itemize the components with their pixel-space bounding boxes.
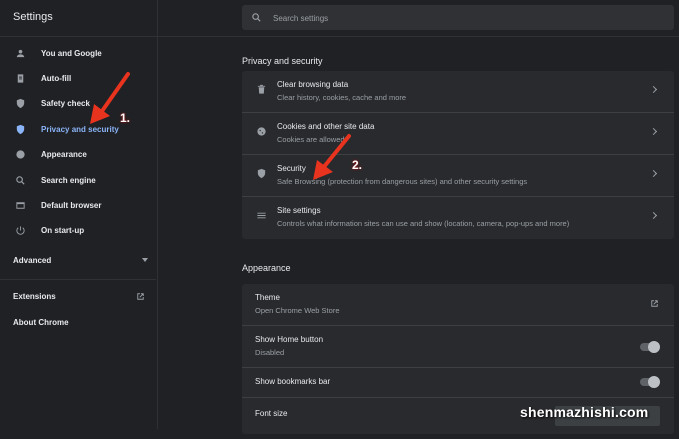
privacy-card: Clear browsing data Clear history, cooki… bbox=[242, 71, 674, 239]
sidebar-item-label: Search engine bbox=[41, 175, 96, 185]
chevron-right-icon bbox=[649, 127, 658, 136]
row-title: Clear browsing data bbox=[277, 80, 349, 89]
row-title: Theme bbox=[255, 293, 280, 302]
palette-icon bbox=[14, 148, 26, 160]
row-security[interactable]: Security Safe Browsing (protection from … bbox=[242, 154, 674, 196]
sidebar-item-label: Safety check bbox=[41, 98, 90, 108]
chevron-down-icon bbox=[142, 258, 148, 262]
row-subtitle: Cookies are allowed bbox=[277, 135, 345, 144]
chevron-right-icon bbox=[649, 85, 658, 94]
extensions-link[interactable]: Extensions bbox=[13, 292, 148, 304]
launch-icon bbox=[135, 291, 146, 304]
cookie-icon bbox=[256, 126, 267, 139]
sidebar: Settings You and Google Auto-fill Safety… bbox=[0, 0, 158, 429]
sidebar-item-appearance[interactable]: Appearance bbox=[0, 144, 156, 164]
shield-check-icon bbox=[14, 97, 26, 109]
sidebar-item-label: Auto-fill bbox=[41, 73, 72, 83]
person-icon bbox=[14, 47, 26, 59]
section-title-appearance: Appearance bbox=[242, 263, 291, 273]
row-title: Font size bbox=[255, 409, 288, 418]
annotation-label-1: 1. bbox=[120, 111, 131, 125]
row-subtitle: Clear history, cookies, cache and more bbox=[277, 93, 407, 102]
row-theme[interactable]: Theme Open Chrome Web Store bbox=[242, 284, 674, 325]
sidebar-item-label: Appearance bbox=[41, 149, 87, 159]
row-title: Show bookmarks bar bbox=[255, 377, 331, 386]
power-icon bbox=[14, 224, 26, 236]
bookmarks-bar-toggle[interactable] bbox=[640, 376, 660, 388]
row-title: Security bbox=[277, 164, 306, 173]
row-subtitle: Safe Browsing (protection from dangerous… bbox=[277, 177, 528, 186]
row-subtitle: Controls what information sites can use … bbox=[277, 219, 570, 228]
sidebar-item-label: You and Google bbox=[41, 48, 102, 58]
sidebar-item-search-engine[interactable]: Search engine bbox=[0, 170, 156, 190]
trash-icon bbox=[256, 84, 267, 97]
home-button-toggle[interactable] bbox=[640, 341, 660, 353]
row-title: Cookies and other site data bbox=[277, 122, 375, 131]
row-site-settings[interactable]: Site settings Controls what information … bbox=[242, 196, 674, 238]
row-show-home-button[interactable]: Show Home button Disabled bbox=[242, 325, 674, 367]
sidebar-divider bbox=[0, 279, 156, 280]
tune-icon bbox=[256, 210, 267, 223]
extensions-label: Extensions bbox=[13, 292, 56, 301]
sidebar-item-label: Privacy and security bbox=[41, 124, 119, 134]
shield-icon bbox=[256, 168, 267, 181]
sidebar-item-autofill[interactable]: Auto-fill bbox=[0, 68, 156, 88]
search-icon bbox=[14, 174, 26, 186]
shield-icon bbox=[14, 123, 26, 135]
sidebar-item-label: Default browser bbox=[41, 200, 102, 210]
search-icon bbox=[251, 12, 262, 25]
sidebar-item-safety-check[interactable]: Safety check bbox=[0, 93, 156, 113]
chevron-right-icon bbox=[649, 169, 658, 178]
sidebar-item-label: On start-up bbox=[41, 225, 85, 235]
row-subtitle: Open Chrome Web Store bbox=[255, 306, 340, 315]
row-cookies[interactable]: Cookies and other site data Cookies are … bbox=[242, 112, 674, 154]
topbar-divider bbox=[0, 36, 679, 37]
launch-icon bbox=[649, 298, 660, 311]
row-title: Site settings bbox=[277, 206, 321, 215]
row-subtitle: Disabled bbox=[255, 348, 285, 357]
browser-icon bbox=[14, 199, 26, 211]
search-input[interactable] bbox=[271, 10, 655, 27]
search-bar[interactable] bbox=[242, 5, 674, 30]
watermark: shenmazhishi.com bbox=[520, 404, 649, 420]
advanced-label: Advanced bbox=[13, 256, 52, 265]
about-chrome-link[interactable]: About Chrome bbox=[13, 318, 69, 327]
sidebar-item-on-startup[interactable]: On start-up bbox=[0, 220, 156, 240]
row-title: Show Home button bbox=[255, 335, 324, 344]
chevron-right-icon bbox=[649, 211, 658, 220]
clipboard-icon bbox=[14, 72, 26, 84]
sidebar-item-you-and-google[interactable]: You and Google bbox=[0, 43, 156, 63]
annotation-label-2: 2. bbox=[352, 158, 363, 172]
sidebar-item-default-browser[interactable]: Default browser bbox=[0, 195, 156, 215]
row-show-bookmarks-bar[interactable]: Show bookmarks bar bbox=[242, 367, 674, 397]
row-clear-browsing-data[interactable]: Clear browsing data Clear history, cooki… bbox=[242, 71, 674, 112]
advanced-toggle[interactable]: Advanced bbox=[13, 256, 148, 268]
app-title: Settings bbox=[13, 11, 53, 23]
sidebar-item-privacy-and-security[interactable]: Privacy and security bbox=[0, 119, 156, 139]
section-title-privacy: Privacy and security bbox=[242, 56, 323, 66]
